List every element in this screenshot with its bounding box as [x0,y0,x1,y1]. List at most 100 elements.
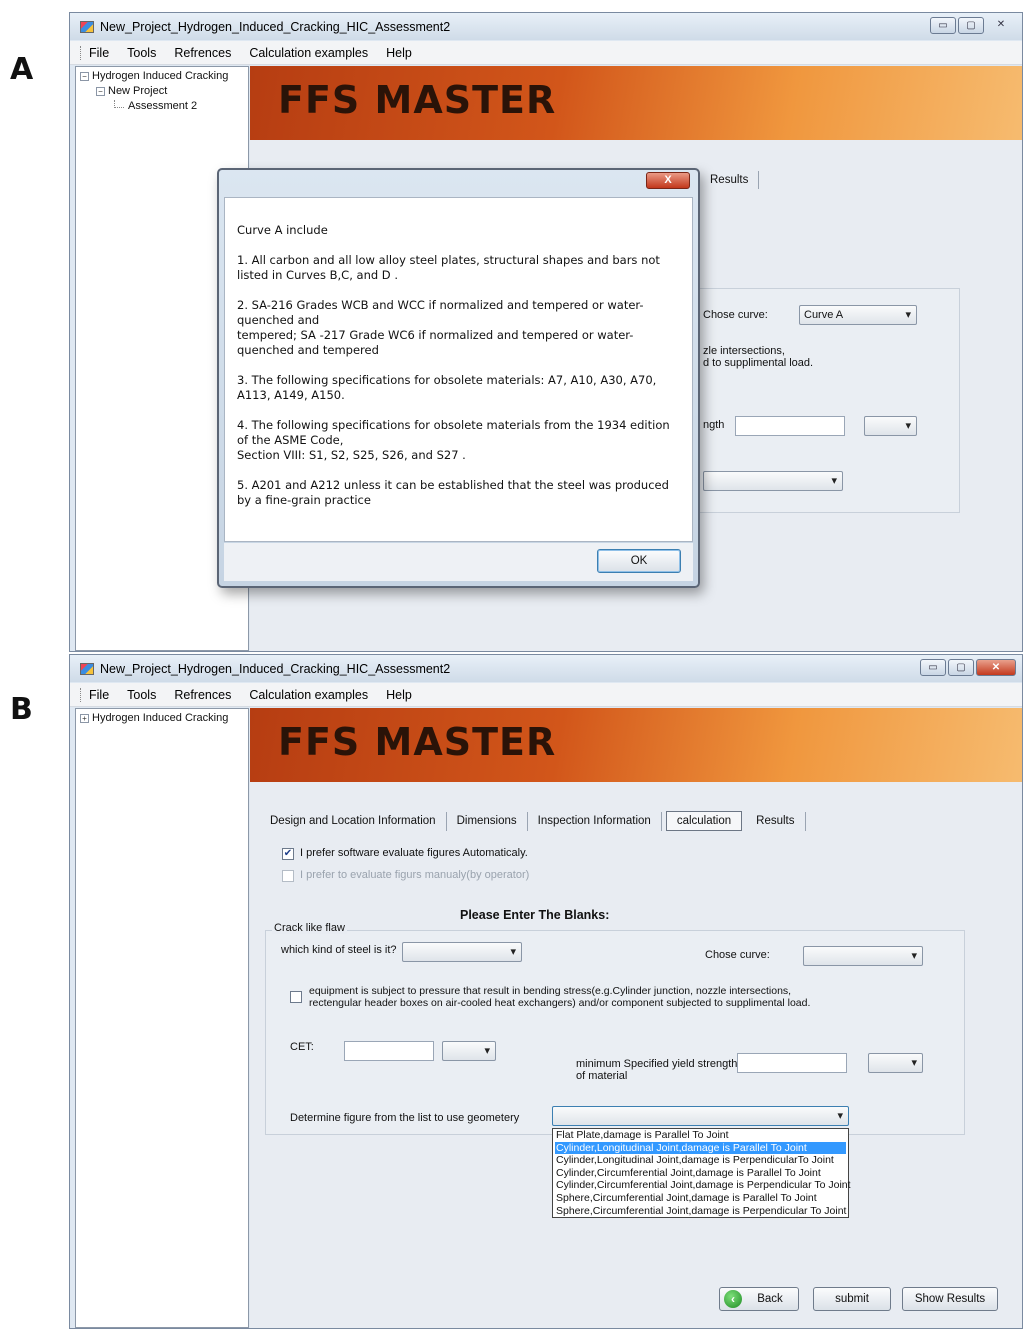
tab-results[interactable]: Results [700,171,760,189]
please-enter-heading: Please Enter The Blanks: [460,908,610,922]
menu-bar: File Tools Refrences Calculation example… [70,683,1022,707]
dialog-close-button[interactable]: X [646,172,690,189]
menu-tools[interactable]: Tools [127,688,156,702]
window-controls: ▭ ▢ ✕ [930,17,1016,34]
tab-dimensions[interactable]: Dimensions [447,812,528,831]
cet-label: CET: [290,1041,314,1053]
banner: FFS MASTER [250,708,1022,782]
dialog-item-4: 4. The following specifications for obso… [237,418,670,462]
menu-calculation-examples[interactable]: Calculation examples [249,688,368,702]
window-title: New_Project_Hydrogen_Induced_Cracking_HI… [100,661,451,676]
geometry-label: Determine figure from the list to use ge… [290,1112,520,1124]
geometry-option[interactable]: Sphere,Circumferential Joint,damage is P… [555,1205,846,1218]
min-yield-input[interactable] [737,1053,847,1073]
steel-kind-label: which kind of steel is it? [281,944,397,956]
geometry-option[interactable]: Cylinder,Circumferential Joint,damage is… [555,1167,846,1180]
dialog-item-1: 1. All carbon and all low alloy steel pl… [237,253,660,282]
back-button-label: Back [757,1293,783,1305]
cet-unit-select[interactable] [442,1041,496,1061]
min-yield-input[interactable] [735,416,845,436]
geometry-option[interactable]: Cylinder,Circumferential Joint,damage is… [555,1179,851,1192]
app-icon [80,662,94,675]
tab-design-location[interactable]: Design and Location Information [260,812,447,831]
tree-node-project[interactable]: − New Project [80,84,244,99]
geometry-option-highlighted[interactable]: Cylinder,Longitudinal Joint,damage is Pa… [555,1141,846,1155]
maximize-button[interactable]: ▢ [948,659,974,676]
back-arrow-icon: ‹ [724,1290,742,1308]
menu-refrences[interactable]: Refrences [174,46,231,60]
menu-calculation-examples[interactable]: Calculation examples [249,46,368,60]
menu-bar: File Tools Refrences Calculation example… [70,41,1022,65]
chose-curve-label: Chose curve: [703,309,768,321]
min-yield-unit-select[interactable] [864,416,917,436]
menu-tools[interactable]: Tools [127,46,156,60]
minimize-button[interactable]: ▭ [930,17,956,34]
banner-logo: FFS MASTER [278,78,557,122]
auto-eval-label: I prefer software evaluate figures Autom… [300,847,528,859]
tree-node-assessment[interactable]: Assessment 2 [80,99,244,114]
crack-flaw-group-title: Crack like flaw [272,922,347,934]
dialog-item-2: 2. SA-216 Grades WCB and WCC if normaliz… [237,298,644,357]
menu-refrences[interactable]: Refrences [174,688,231,702]
tab-calculation[interactable]: calculation [665,811,743,831]
chose-curve-label: Chose curve: [705,949,770,961]
banner: FFS MASTER [250,66,1022,140]
geometry-option[interactable]: Sphere,Circumferential Joint,damage is P… [555,1192,846,1205]
title-bar: New_Project_Hydrogen_Induced_Cracking_HI… [70,13,1022,40]
chose-curve-select[interactable]: Curve A [799,305,917,325]
ok-button[interactable]: OK [597,549,681,573]
steel-kind-select[interactable] [402,942,522,962]
main-content: FFS MASTER Design and Location Informati… [250,708,1022,1328]
window-title: New_Project_Hydrogen_Induced_Cracking_HI… [100,19,451,34]
tab-strip: Design and Location Information Dimensio… [260,811,806,831]
collapse-icon[interactable]: − [80,72,89,81]
minimize-button[interactable]: ▭ [920,659,946,676]
tree-node-root[interactable]: + Hydrogen Induced Cracking [80,711,244,726]
close-button[interactable]: ✕ [986,17,1016,34]
curve-info-dialog: X Curve A include 1. All carbon and all … [217,168,700,588]
min-yield-unit-select[interactable] [868,1053,923,1073]
menu-file[interactable]: File [89,688,109,702]
menu-help[interactable]: Help [386,688,412,702]
tab-results[interactable]: Results [746,812,806,831]
window-controls: ▭ ▢ ✕ [920,659,1016,676]
show-results-button[interactable]: Show Results [902,1287,998,1311]
back-button[interactable]: ‹ Back [719,1287,799,1311]
app-window-b: New_Project_Hydrogen_Induced_Cracking_HI… [69,654,1023,1329]
bending-label-fragment: d to supplimental load. [703,357,814,369]
bending-stress-label-line1: equipment is subject to pressure that re… [309,985,792,997]
bending-stress-label-line2: rectengular header boxes on air-cooled h… [309,997,811,1009]
geometry-select[interactable] [552,1106,849,1126]
submit-button[interactable]: submit [813,1287,891,1311]
project-tree: + Hydrogen Induced Cracking [75,708,249,1328]
banner-logo: FFS MASTER [278,720,557,764]
geometry-dropdown-list: Flat Plate,damage is Parallel To Joint C… [552,1128,851,1219]
chose-curve-select[interactable] [803,946,923,966]
menu-grip [80,687,83,702]
expand-icon[interactable]: + [80,714,89,723]
menu-help[interactable]: Help [386,46,412,60]
geometry-select[interactable] [703,471,843,491]
menu-file[interactable]: File [89,46,109,60]
manual-eval-checkbox[interactable] [282,870,294,882]
cet-input[interactable] [344,1041,434,1061]
collapse-icon[interactable]: − [96,87,105,96]
min-yield-label-fragment: ngth [703,419,725,431]
dialog-item-5: 5. A201 and A212 unless it can be establ… [237,478,669,507]
tree-node-root[interactable]: − Hydrogen Induced Cracking [80,69,244,84]
close-button[interactable]: ✕ [976,659,1016,676]
geometry-option[interactable]: Flat Plate,damage is Parallel To Joint [555,1129,846,1142]
tree-connector [114,99,124,108]
dialog-item-3: 3. The following specifications for obso… [237,373,657,402]
maximize-button[interactable]: ▢ [958,17,984,34]
min-yield-label-line1: minimum Specified yield strength [576,1058,738,1070]
dialog-heading: Curve A include [237,223,328,237]
manual-eval-label: I prefer to evaluate figurs manualy(by o… [300,869,530,881]
menu-grip [80,45,83,60]
tab-strip: Results [700,171,760,189]
bending-stress-checkbox[interactable] [290,991,302,1003]
geometry-option[interactable]: Cylinder,Longitudinal Joint,damage is Pe… [555,1154,846,1167]
auto-eval-checkbox[interactable]: ✔ [282,848,294,860]
tab-inspection[interactable]: Inspection Information [528,812,662,831]
min-yield-label-line2: of material [576,1070,628,1082]
